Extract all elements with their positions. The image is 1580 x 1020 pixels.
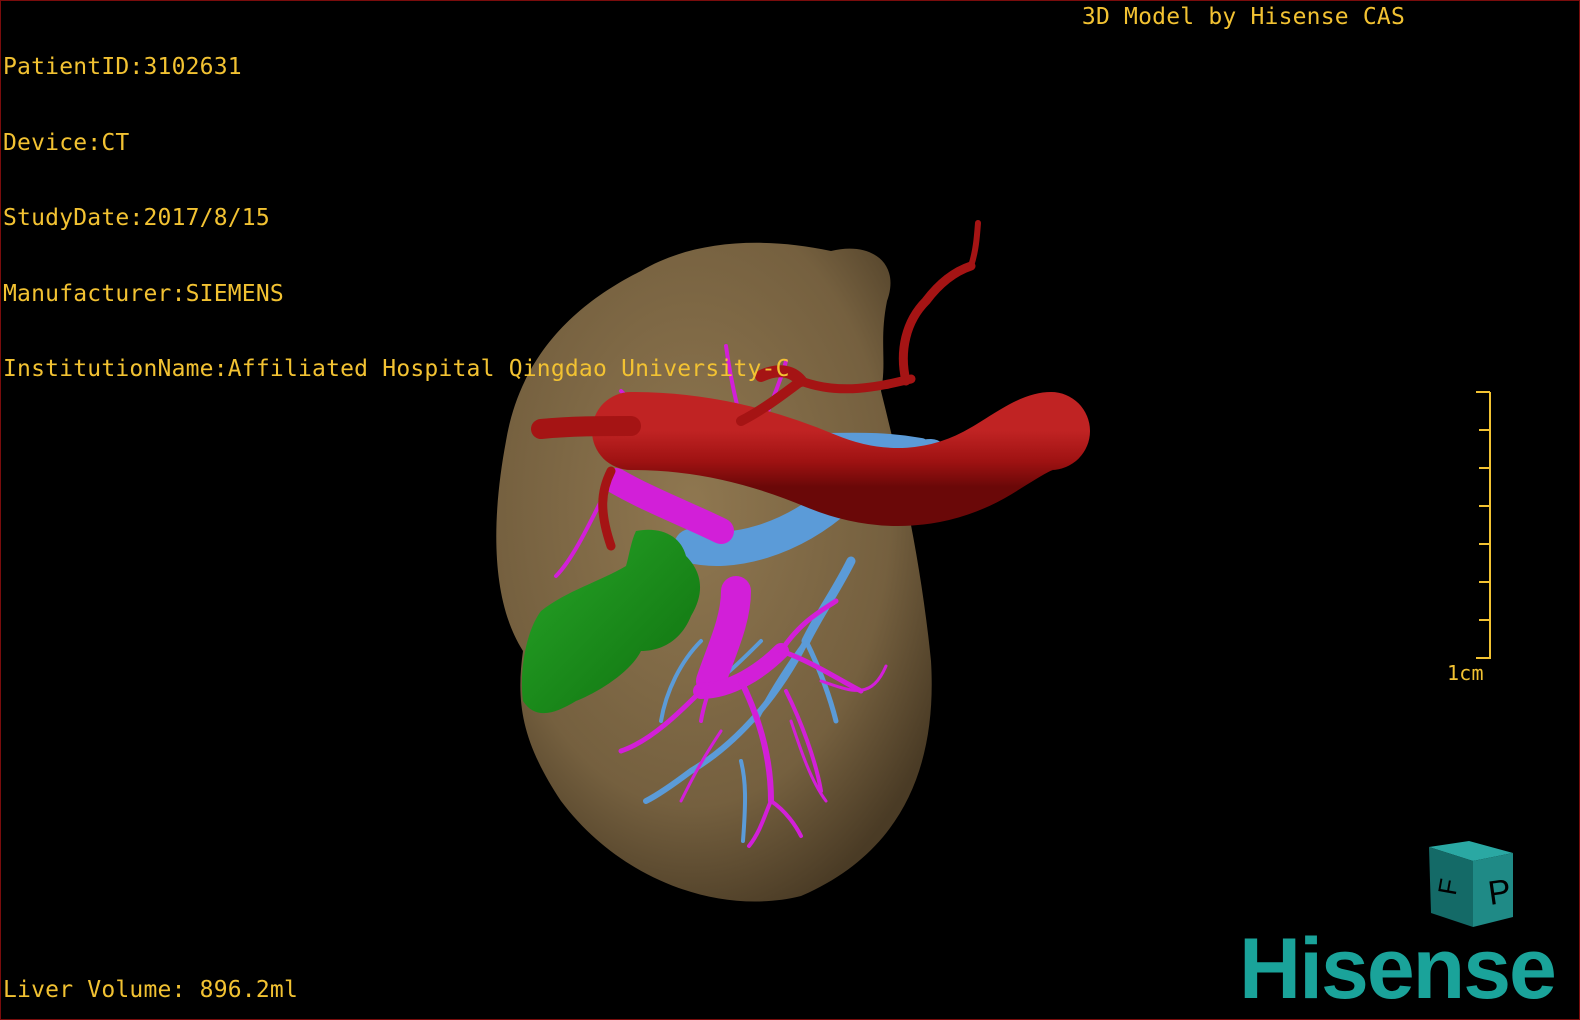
study-date-label: StudyDate:2017/8/15: [3, 205, 270, 231]
scale-bar-label: 1cm: [1447, 661, 1484, 685]
patient-id-label: PatientID:3102631: [3, 54, 242, 80]
liver-volume-label: Liver Volume: 896.2ml: [3, 977, 298, 1003]
model-credit-label: 3D Model by Hisense CAS: [1081, 4, 1405, 30]
hisense-logo: Hisense: [1239, 926, 1557, 1012]
device-label: Device:CT: [3, 129, 130, 156]
scale-bar: [1476, 391, 1491, 659]
patient-info-overlay: PatientID:3102631 Device:CT StudyDate:20…: [3, 5, 790, 433]
institution-label: InstitutionName:Affiliated Hospital Qing…: [3, 356, 790, 382]
3d-viewport[interactable]: PatientID:3102631 Device:CT StudyDate:20…: [0, 0, 1580, 1020]
orientation-cube[interactable]: P F: [1421, 839, 1521, 934]
manufacturer-label: Manufacturer:SIEMENS: [3, 280, 284, 307]
hisense-logo-text: Hisense: [1239, 921, 1557, 1017]
